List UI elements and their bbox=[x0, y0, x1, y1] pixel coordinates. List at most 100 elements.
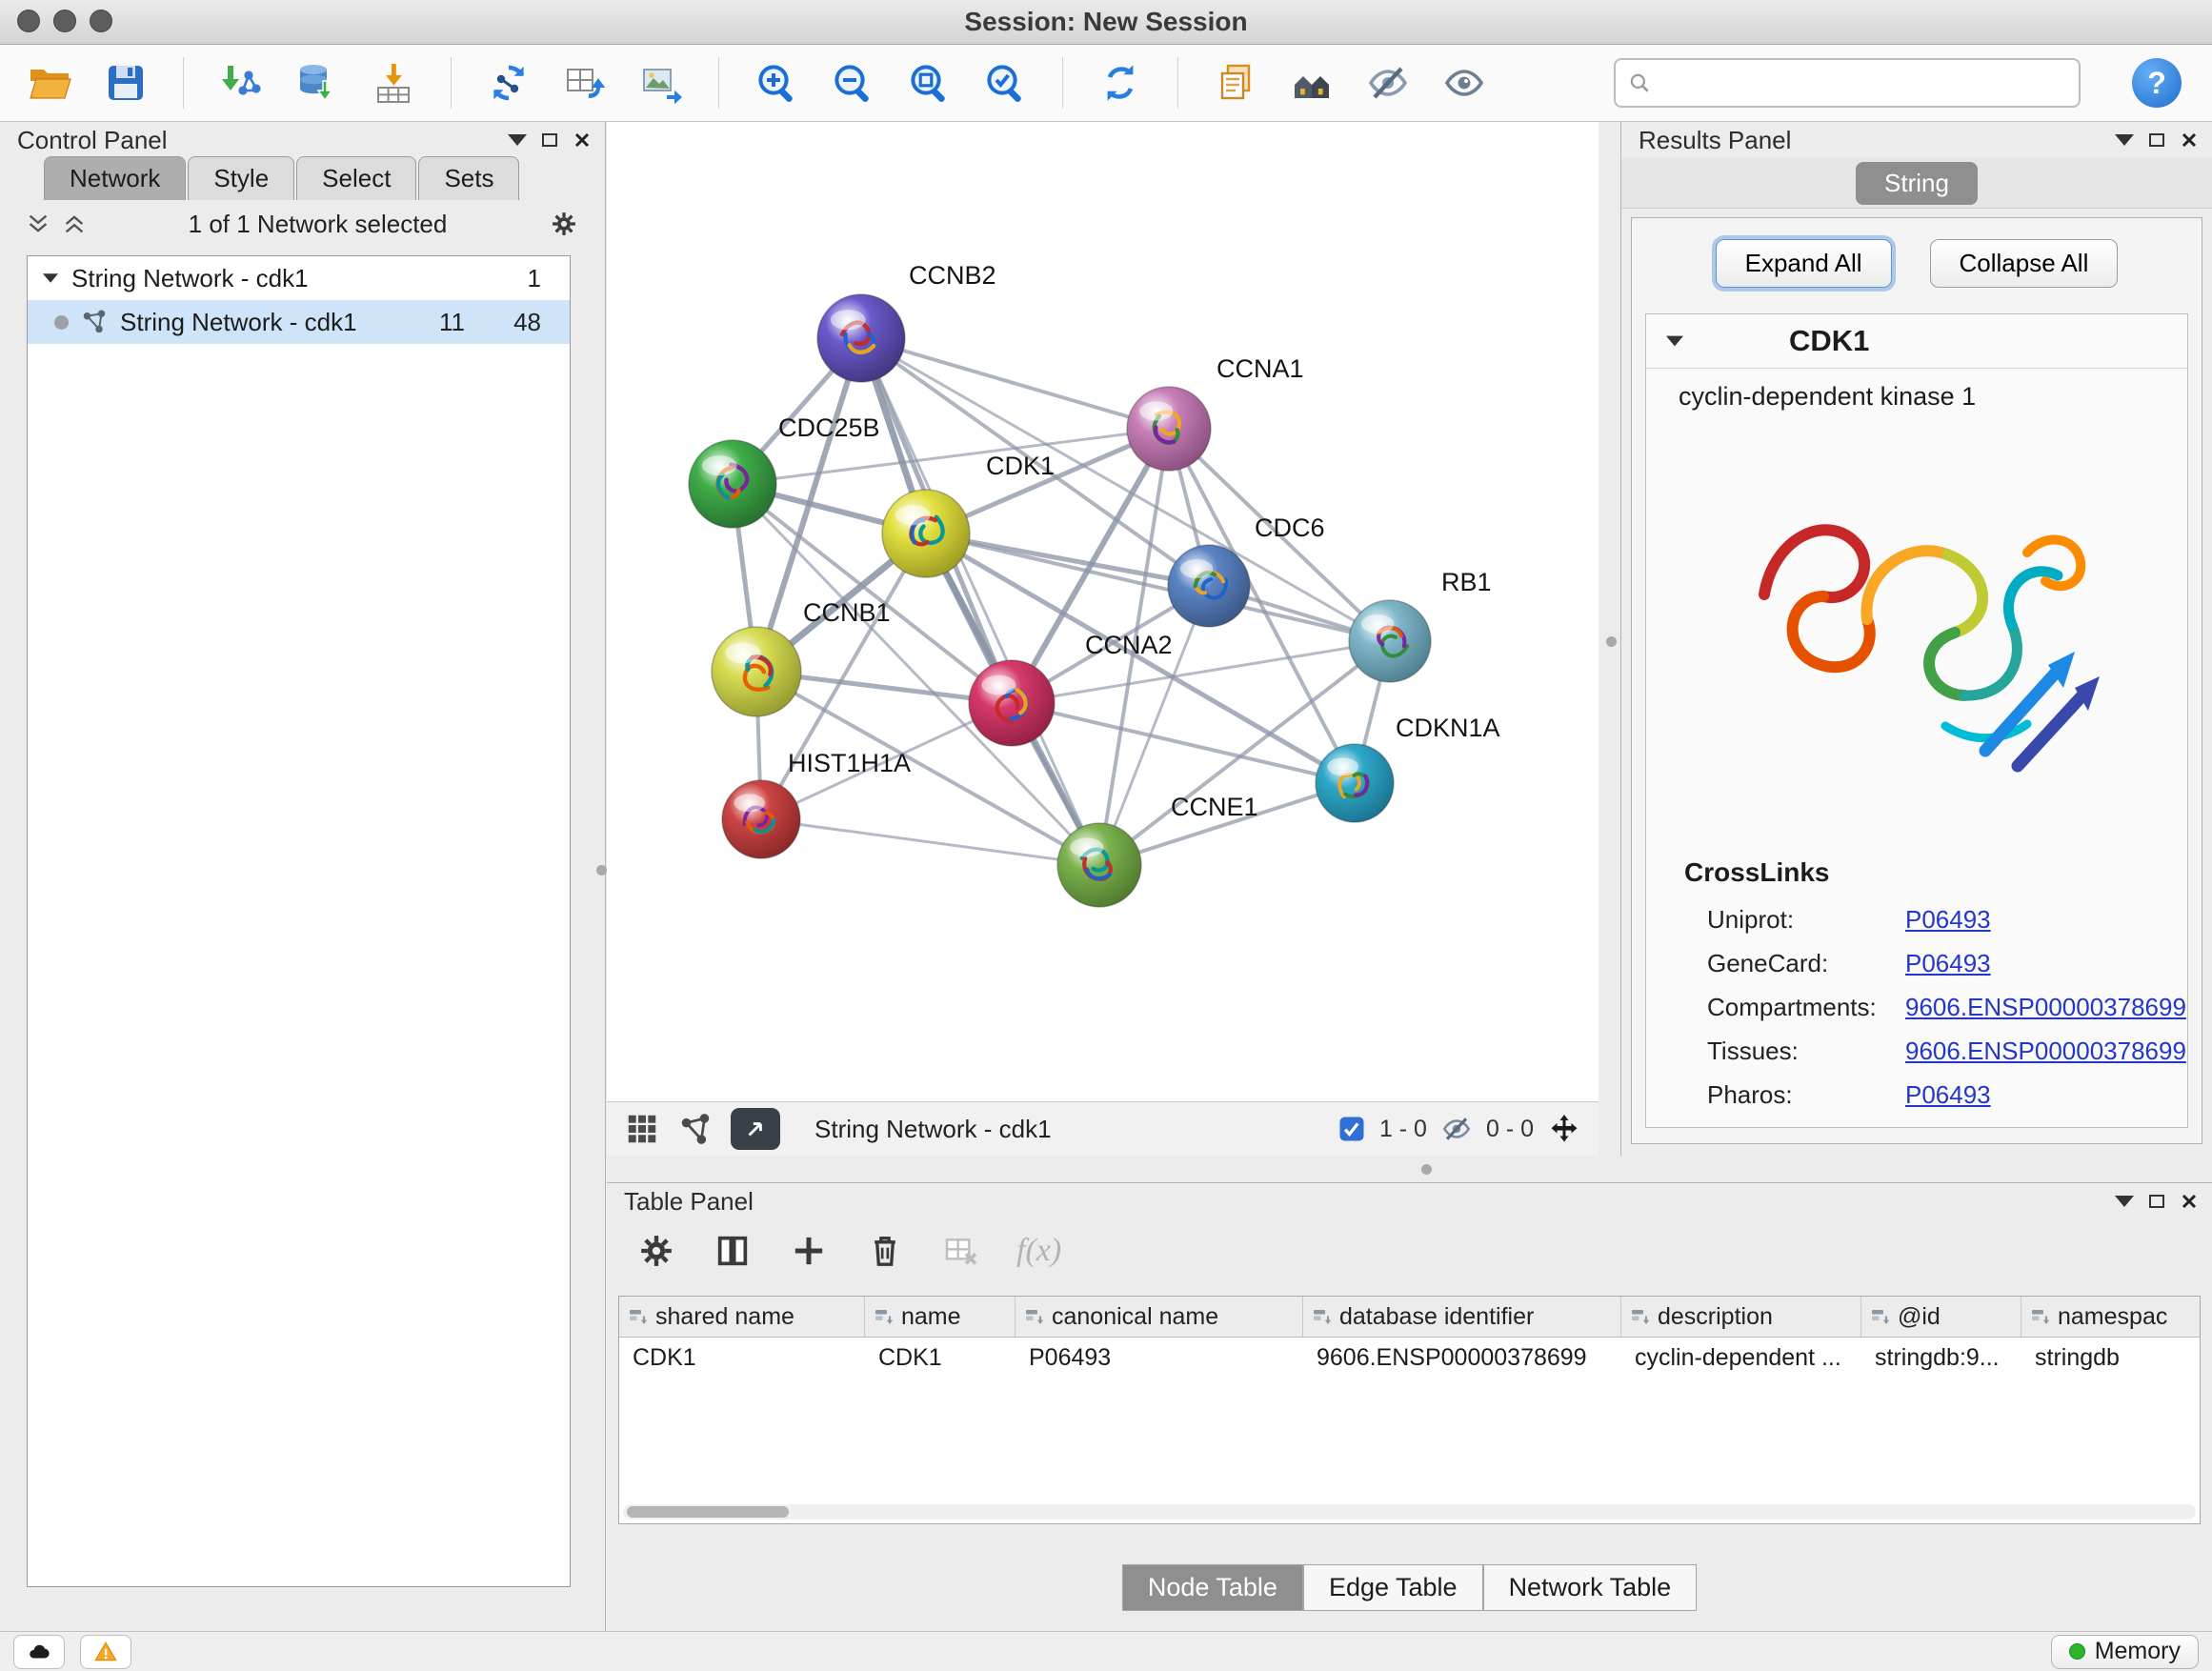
network-node-CDK1[interactable] bbox=[882, 490, 970, 577]
column-header-database-identifier[interactable]: database identifier bbox=[1303, 1297, 1621, 1337]
tab-string[interactable]: String bbox=[1856, 162, 1978, 205]
hide-graphics-icon[interactable] bbox=[1363, 58, 1413, 108]
grid-view-icon[interactable] bbox=[624, 1111, 660, 1147]
network-node-CCNB1[interactable] bbox=[712, 627, 801, 716]
import-table-file-icon[interactable] bbox=[369, 58, 418, 108]
search-box[interactable] bbox=[1614, 58, 2081, 108]
column-header-canonical-name[interactable]: canonical name bbox=[1016, 1297, 1303, 1337]
new-table-icon[interactable] bbox=[560, 58, 610, 108]
zoom-fit-icon[interactable] bbox=[904, 58, 954, 108]
save-session-icon[interactable] bbox=[101, 58, 151, 108]
tab-network[interactable]: Network bbox=[44, 156, 186, 200]
crosslink-value[interactable]: P06493 bbox=[1905, 949, 1991, 978]
memory-button[interactable]: Memory bbox=[2051, 1635, 2199, 1669]
network-node-CCNA2[interactable] bbox=[969, 660, 1055, 746]
hidden-count: 0 - 0 bbox=[1486, 1116, 1534, 1143]
gear-icon[interactable] bbox=[550, 210, 578, 238]
delete-column-icon[interactable] bbox=[864, 1230, 906, 1272]
horizontal-splitter-handle[interactable] bbox=[1421, 1164, 1432, 1175]
birds-eye-view-button[interactable] bbox=[731, 1108, 780, 1150]
float-panel-icon[interactable] bbox=[2149, 1195, 2164, 1208]
protein-card-header[interactable]: CDK1 bbox=[1646, 314, 2187, 369]
new-network-icon[interactable] bbox=[484, 58, 533, 108]
scrollbar-thumb[interactable] bbox=[627, 1506, 789, 1518]
tab-node-table[interactable]: Node Table bbox=[1122, 1564, 1303, 1611]
close-panel-icon[interactable] bbox=[2180, 1192, 2199, 1211]
float-panel-icon[interactable] bbox=[542, 133, 557, 147]
tab-style[interactable]: Style bbox=[188, 156, 294, 200]
show-graphics-icon[interactable] bbox=[1439, 58, 1489, 108]
warnings-button[interactable] bbox=[80, 1635, 131, 1669]
crosslink-value[interactable]: 9606.ENSP00000378699 bbox=[1905, 993, 2186, 1022]
refresh-layout-icon[interactable] bbox=[1096, 58, 1145, 108]
export-image-icon[interactable] bbox=[636, 58, 686, 108]
collapse-card-icon[interactable] bbox=[1666, 336, 1683, 347]
search-input[interactable] bbox=[1661, 68, 2067, 99]
close-panel-icon[interactable] bbox=[2180, 131, 2199, 150]
float-panel-icon[interactable] bbox=[2149, 133, 2164, 147]
expand-all-button[interactable]: Expand All bbox=[1716, 239, 1892, 288]
tab-sets[interactable]: Sets bbox=[418, 156, 519, 200]
network-edge[interactable] bbox=[861, 338, 1169, 429]
close-panel-icon[interactable] bbox=[573, 131, 592, 150]
network-edge[interactable] bbox=[1012, 703, 1355, 783]
column-header-name[interactable]: name bbox=[865, 1297, 1016, 1337]
table-row[interactable]: CDK1CDK1P064939606.ENSP00000378699cyclin… bbox=[619, 1338, 2200, 1378]
tab-select[interactable]: Select bbox=[296, 156, 416, 200]
collapse-panel-icon[interactable] bbox=[508, 134, 527, 146]
column-header-namespac[interactable]: namespac bbox=[2021, 1297, 2201, 1337]
network-overview-icon[interactable] bbox=[1287, 58, 1337, 108]
share-network-icon[interactable] bbox=[677, 1111, 714, 1147]
collapse-all-button[interactable]: Collapse All bbox=[1930, 239, 2119, 288]
column-header-description[interactable]: description bbox=[1621, 1297, 1861, 1337]
window-title: Session: New Session bbox=[0, 0, 2212, 44]
select-columns-icon[interactable] bbox=[712, 1230, 754, 1272]
network-node-HIST1H1A[interactable] bbox=[722, 780, 800, 858]
network-node-CDKN1A[interactable] bbox=[1316, 744, 1394, 822]
expand-all-icon[interactable] bbox=[63, 212, 86, 235]
right-splitter-handle[interactable] bbox=[1606, 636, 1617, 647]
import-network-file-icon[interactable] bbox=[216, 58, 266, 108]
annotations-icon[interactable] bbox=[1211, 58, 1260, 108]
crosslink-value[interactable]: P06493 bbox=[1905, 1080, 1991, 1110]
help-button[interactable]: ? bbox=[2132, 58, 2182, 108]
network-node-CCNA1[interactable] bbox=[1127, 387, 1211, 471]
node-label-HIST1H1A: HIST1H1A bbox=[788, 749, 911, 777]
crosslink-value[interactable]: 9606.ENSP00000378699 bbox=[1905, 1037, 2186, 1066]
network-graph[interactable]: CCNB2CCNA1CDC25BCDK1CDC6RB1CCNB1CCNA2CDK… bbox=[607, 122, 1599, 1101]
network-node-RB1[interactable] bbox=[1349, 600, 1431, 682]
zoom-out-icon[interactable] bbox=[828, 58, 877, 108]
network-view[interactable]: CCNB2CCNA1CDC25BCDK1CDC6RB1CCNB1CCNA2CDK… bbox=[607, 122, 1599, 1101]
hidden-eye-icon[interactable] bbox=[1440, 1113, 1473, 1145]
network-collection-row[interactable]: String Network - cdk1 1 bbox=[28, 256, 570, 300]
cloud-status-button[interactable] bbox=[13, 1635, 65, 1669]
selected-checkbox-icon[interactable] bbox=[1337, 1115, 1366, 1143]
crosslink-value[interactable]: P06493 bbox=[1905, 905, 1991, 935]
tab-network-table[interactable]: Network Table bbox=[1483, 1564, 1698, 1611]
collapse-panel-icon[interactable] bbox=[2115, 134, 2134, 146]
network-edge[interactable] bbox=[861, 338, 1099, 865]
network-edge[interactable] bbox=[761, 819, 1099, 865]
open-session-icon[interactable] bbox=[25, 58, 74, 108]
import-network-database-icon[interactable] bbox=[292, 58, 342, 108]
add-column-icon[interactable] bbox=[788, 1230, 830, 1272]
network-row[interactable]: String Network - cdk1 11 48 bbox=[28, 300, 570, 344]
zoom-in-icon[interactable] bbox=[752, 58, 801, 108]
collapse-panel-icon[interactable] bbox=[2115, 1196, 2134, 1207]
network-node-CDC25B[interactable] bbox=[689, 440, 776, 528]
network-node-CCNB2[interactable] bbox=[817, 294, 905, 382]
collapse-all-icon[interactable] bbox=[27, 212, 50, 235]
table-horizontal-scrollbar[interactable] bbox=[623, 1504, 2196, 1520]
column-header-shared-name[interactable]: shared name bbox=[619, 1297, 865, 1337]
zoom-selected-icon[interactable] bbox=[980, 58, 1030, 108]
network-edge[interactable] bbox=[861, 338, 1390, 641]
network-node-CCNE1[interactable] bbox=[1057, 823, 1141, 907]
column-header--id[interactable]: @id bbox=[1861, 1297, 2021, 1337]
tab-edge-table[interactable]: Edge Table bbox=[1303, 1564, 1483, 1611]
pan-move-icon[interactable] bbox=[1547, 1112, 1581, 1146]
collection-expand-icon[interactable] bbox=[43, 273, 58, 283]
table-settings-gear-icon[interactable] bbox=[635, 1230, 677, 1272]
table-cell: P06493 bbox=[1016, 1338, 1303, 1378]
vertical-splitter-handle[interactable] bbox=[596, 865, 607, 876]
network-node-CDC6[interactable] bbox=[1168, 545, 1250, 627]
